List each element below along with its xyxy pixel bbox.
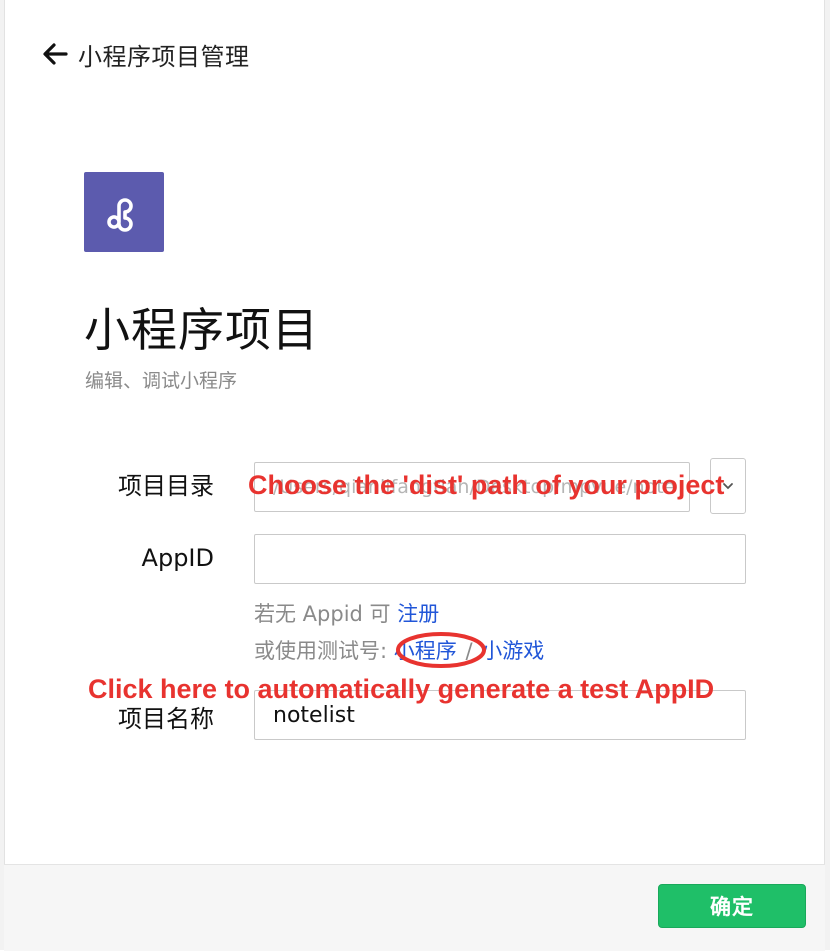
arrow-left-icon[interactable] bbox=[42, 41, 68, 67]
highlight-oval bbox=[396, 632, 486, 668]
dist-path-annotation: Choose the 'dist' path of your project bbox=[248, 470, 725, 500]
register-hint: 若无 Appid 可 注册 bbox=[254, 598, 439, 628]
window-edge-right bbox=[824, 0, 830, 950]
test-appid-annotation: Click here to automatically generate a t… bbox=[88, 674, 715, 704]
test-mini-game-link[interactable]: 小游戏 bbox=[481, 639, 544, 663]
project-dialog: 小程序项目管理 小程序项目 编辑、调试小程序 项目目录 /Users/qianl… bbox=[0, 0, 830, 951]
register-hint-text: 若无 Appid 可 bbox=[254, 602, 391, 626]
appid-input[interactable] bbox=[254, 534, 746, 584]
header-title: 小程序项目管理 bbox=[78, 42, 250, 71]
page-title: 小程序项目 bbox=[84, 303, 319, 357]
appid-label: AppID bbox=[141, 544, 214, 572]
mini-program-link-icon bbox=[107, 198, 133, 232]
register-link[interactable]: 注册 bbox=[397, 602, 439, 626]
confirm-button[interactable]: 确定 bbox=[658, 884, 806, 928]
back-nav[interactable]: 小程序项目管理 bbox=[42, 36, 250, 72]
project-dir-label: 项目目录 bbox=[118, 472, 214, 500]
page-subtitle: 编辑、调试小程序 bbox=[85, 370, 238, 392]
app-logo bbox=[84, 172, 164, 252]
test-account-hint-text: 或使用测试号: bbox=[254, 639, 388, 663]
window-edge-left bbox=[0, 0, 5, 950]
